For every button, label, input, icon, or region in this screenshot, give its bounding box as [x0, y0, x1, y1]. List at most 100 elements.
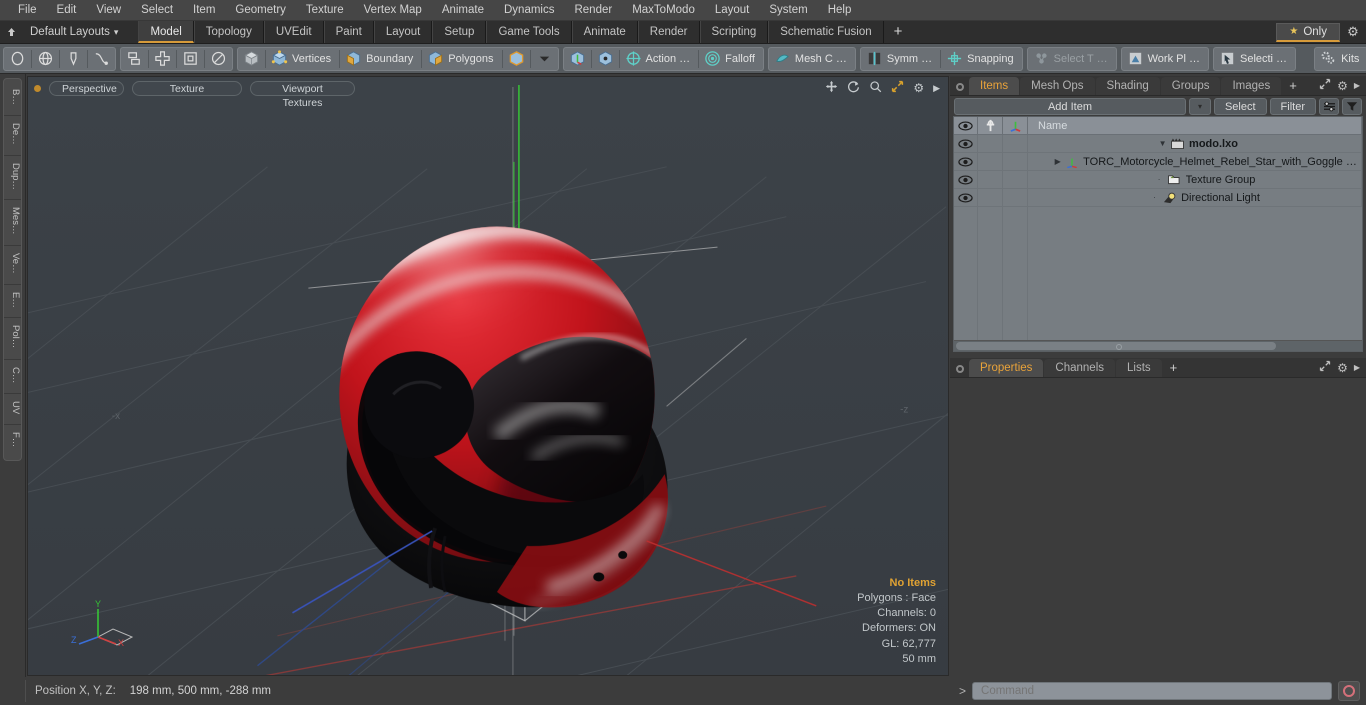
toolbar-button-pen-tool[interactable] [61, 48, 86, 70]
expand-arrows-icon[interactable] [1319, 78, 1331, 93]
items-panel-tab-images[interactable]: Images [1221, 77, 1282, 95]
panel-grip-dot[interactable] [956, 83, 964, 91]
toolbar-button-center-axis[interactable] [565, 48, 590, 70]
layout-tab-paint[interactable]: Paint [323, 21, 374, 43]
left-rail-tab-5[interactable]: E… [4, 285, 21, 319]
gear-icon[interactable]: ⚙ [913, 81, 924, 95]
row-axis-cell[interactable] [1003, 188, 1028, 207]
menu-help[interactable]: Help [818, 0, 862, 21]
left-rail-tab-0[interactable]: B… [4, 82, 21, 116]
row-lock-cell[interactable] [978, 152, 1003, 171]
column-axis-color-icon[interactable] [1003, 117, 1028, 135]
gear-icon[interactable]: ⚙ [1337, 361, 1348, 375]
toolbar-button-mesh-c[interactable]: Mesh C … [770, 48, 854, 70]
row-visibility-eye-icon[interactable] [954, 188, 978, 207]
row-visibility-eye-icon[interactable] [954, 134, 978, 153]
toolbar-button-snapping[interactable]: Snapping [942, 48, 1021, 70]
row-name-cell[interactable]: · Texture Group [1028, 170, 1362, 189]
left-rail-tab-8[interactable]: UV [4, 394, 21, 426]
viewport-textures-mode[interactable]: Viewport Textures [250, 80, 355, 109]
twisty-expanded-icon[interactable]: ▼ [1157, 139, 1168, 148]
left-rail-tab-2[interactable]: Dup… [4, 156, 21, 201]
add-item-caret-button[interactable]: ▾ [1188, 97, 1211, 115]
left-rail-tab-4[interactable]: Ve… [4, 246, 21, 285]
record-circle-icon[interactable] [1338, 681, 1360, 701]
zoom-magnifier-icon[interactable] [869, 80, 882, 96]
panel-grip-dot[interactable] [956, 365, 964, 373]
layout-tab-topology[interactable]: Topology [193, 21, 264, 43]
viewport-view-mode[interactable]: Perspective [49, 80, 124, 96]
chevron-right-icon[interactable]: ▶ [1354, 81, 1360, 90]
toolbar-button-falloff[interactable]: Falloff [700, 48, 762, 70]
viewport-3d[interactable]: -x -z Perspective Texture Viewport Textu… [27, 76, 949, 676]
left-rail-tab-9[interactable]: F… [4, 425, 21, 457]
gear-icon[interactable]: ⚙ [1337, 79, 1348, 93]
maximize-arrows-icon[interactable] [891, 80, 904, 96]
left-rail-tab-7[interactable]: C… [4, 360, 21, 394]
toolbar-button-symm[interactable]: Symm … [862, 48, 939, 70]
menu-view[interactable]: View [86, 0, 131, 21]
properties-panel-tab-properties[interactable]: Properties [969, 359, 1044, 377]
properties-panel-tab-lists[interactable]: Lists [1116, 359, 1162, 377]
layout-tab-uvedit[interactable]: UVEdit [263, 21, 324, 43]
toolbar-button-center-axis2[interactable] [593, 48, 618, 70]
items-panel-tab-shading[interactable]: Shading [1095, 77, 1160, 95]
toolbar-button-globe-sphere[interactable] [33, 48, 58, 70]
item-tree-scrollbar[interactable] [954, 340, 1362, 351]
toolbar-button-selecti[interactable]: Selecti … [1215, 48, 1294, 70]
left-rail-tab-3[interactable]: Mes… [4, 200, 21, 246]
toolbar-button-action[interactable]: Action … [621, 48, 698, 70]
twisty-collapsed-icon[interactable]: ▶ [1052, 157, 1063, 166]
layout-tab-schematic-fusion[interactable]: Schematic Fusion [768, 21, 884, 43]
menu-animate[interactable]: Animate [432, 0, 494, 21]
layout-tab-game-tools[interactable]: Game Tools [486, 21, 572, 43]
toolbar-button-boundary[interactable]: Boundary [341, 48, 420, 70]
layout-tab-model[interactable]: Model [138, 21, 194, 43]
scrollbar-thumb[interactable] [956, 342, 1276, 350]
command-input[interactable] [972, 682, 1332, 700]
gear-icon[interactable]: ⚙ [1340, 24, 1366, 40]
properties-panel-tab-add[interactable]: + [1163, 359, 1185, 377]
row-axis-cell[interactable] [1003, 134, 1028, 153]
rotate-orbit-icon[interactable] [847, 80, 860, 96]
layout-tab-render[interactable]: Render [637, 21, 700, 43]
home-arrow-icon[interactable] [0, 22, 22, 43]
row-name-cell[interactable]: ▶ TORC_Motorcycle_Helmet_Rebel_Star_with_… [1028, 152, 1362, 171]
toolbar-button-work-pl[interactable]: Work Pl … [1123, 48, 1207, 70]
menu-item[interactable]: Item [183, 0, 225, 21]
menu-render[interactable]: Render [564, 0, 622, 21]
only-toggle-button[interactable]: ★ Only [1276, 22, 1340, 42]
row-visibility-eye-icon[interactable] [954, 170, 978, 189]
menu-vertex-map[interactable]: Vertex Map [354, 0, 432, 21]
menu-dynamics[interactable]: Dynamics [494, 0, 564, 21]
left-rail-tab-1[interactable]: De… [4, 116, 21, 156]
add-item-button[interactable]: Add Item [954, 97, 1186, 115]
funnel-filter-icon[interactable] [1342, 97, 1362, 115]
items-panel-tab-mesh-ops[interactable]: Mesh Ops [1020, 77, 1095, 95]
table-row[interactable]: ▶ TORC_Motorcycle_Helmet_Rebel_Star_with_… [954, 152, 1362, 171]
row-lock-cell[interactable] [978, 188, 1003, 207]
menu-layout[interactable]: Layout [705, 0, 760, 21]
toolbar-button-polygons[interactable]: Polygons [423, 48, 500, 70]
select-button[interactable]: Select [1213, 97, 1267, 115]
toolbar-button-chevron-down[interactable] [532, 48, 557, 70]
column-lock-pin-icon[interactable] [978, 117, 1003, 135]
row-lock-cell[interactable] [978, 170, 1003, 189]
list-options-icon[interactable] [1319, 97, 1339, 115]
items-panel-tab-groups[interactable]: Groups [1160, 77, 1221, 95]
row-name-cell[interactable]: ▼ modo.lxo [1028, 134, 1362, 153]
toolbar-button-scale-box[interactable] [178, 48, 203, 70]
chevron-right-icon[interactable]: ▶ [1354, 363, 1360, 372]
row-axis-cell[interactable] [1003, 170, 1028, 189]
pan-move-icon[interactable] [825, 80, 838, 96]
chevron-right-icon[interactable]: ▶ [933, 81, 940, 95]
menu-edit[interactable]: Edit [47, 0, 87, 21]
left-rail-tab-6[interactable]: Pol… [4, 318, 21, 360]
viewport-canvas[interactable]: -x -z [28, 77, 948, 676]
menu-maxtomodo[interactable]: MaxToModo [622, 0, 705, 21]
row-lock-cell[interactable] [978, 134, 1003, 153]
menu-system[interactable]: System [759, 0, 817, 21]
column-header-name[interactable]: Name [1028, 117, 1362, 135]
toolbar-button-cube-gray[interactable] [239, 48, 264, 70]
toolbar-button-curve-tool[interactable] [89, 48, 114, 70]
